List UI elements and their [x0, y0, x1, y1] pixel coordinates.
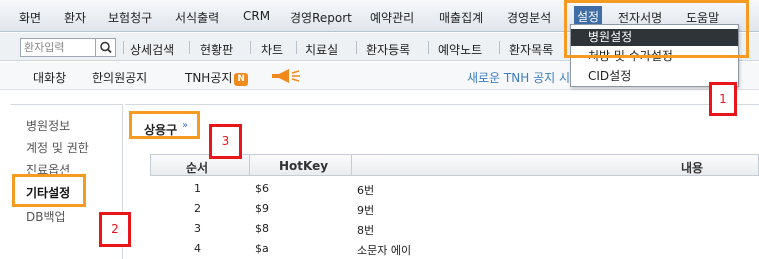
patient-list-button[interactable]: 환자목록 [509, 41, 553, 58]
column-divider [249, 155, 250, 176]
cell-order: 4 [194, 242, 201, 255]
toolbar-divider [356, 41, 357, 54]
nav-clinic-info[interactable]: 병원정보 [26, 117, 70, 134]
menu-management-report[interactable]: 경영Report [290, 9, 352, 26]
patient-registration-button[interactable]: 환자등록 [366, 41, 410, 58]
col-header-order: 순서 [186, 161, 209, 175]
patient-search-input[interactable] [21, 39, 95, 56]
phrase-table: 순서 HotKey 내용 1 $6 6번 2 $9 9번 3 $8 8번 4 $… [150, 154, 759, 259]
search-button[interactable] [95, 39, 115, 56]
table-row[interactable]: 1 $6 6번 [150, 179, 759, 199]
cell-order: 1 [194, 182, 201, 195]
cell-content: 6번 [357, 184, 375, 197]
megaphone-icon [272, 69, 300, 83]
column-divider [351, 155, 352, 176]
nav-db-backup[interactable]: DB백업 [26, 208, 66, 225]
notice-ticker[interactable]: 새로운 TNH 공지 시 [467, 69, 570, 86]
menu-patient[interactable]: 환자 [64, 9, 86, 26]
menu-reservation[interactable]: 예약관리 [370, 9, 414, 26]
cell-content: 소문자 에이 [357, 244, 412, 257]
annotation-label-3: 3 [209, 124, 242, 159]
table-row[interactable]: 3 $8 8번 [150, 219, 759, 239]
annotation-highlight-settings-menu [564, 0, 749, 58]
annotation-highlight-other-settings [12, 174, 86, 207]
cell-order: 2 [194, 202, 201, 215]
treatment-room-button[interactable]: 치료실 [305, 41, 338, 58]
cell-hotkey: $6 [255, 182, 269, 195]
table-row[interactable]: 4 $a 소문자 에이 [150, 239, 759, 259]
detailed-search-button[interactable]: 상세검색 [130, 41, 174, 58]
reservation-note-button[interactable]: 예약노트 [438, 41, 482, 58]
toolbar-divider [250, 41, 251, 54]
cell-order: 3 [194, 222, 201, 235]
status-board-button[interactable]: 현황판 [200, 41, 233, 58]
clinic-notice-button[interactable]: 한의원공지 [92, 69, 147, 86]
menu-management-analysis[interactable]: 경영분석 [507, 9, 551, 26]
annotation-highlight-section-title [129, 111, 200, 139]
toolbar-divider [123, 41, 124, 54]
table-row[interactable]: 2 $9 9번 [150, 199, 759, 219]
menu-sales-summary[interactable]: 매출집계 [439, 9, 483, 26]
menu-crm[interactable]: CRM [243, 9, 270, 23]
patient-search [20, 38, 116, 57]
cell-content: 9번 [357, 204, 375, 217]
cell-hotkey: $8 [255, 222, 269, 235]
cell-hotkey: $9 [255, 202, 269, 215]
chart-button[interactable]: 차트 [261, 41, 283, 58]
new-badge: N [234, 73, 248, 86]
annotation-label-2: 2 [99, 212, 131, 247]
tnh-notice-label: TNH공지 [185, 71, 233, 85]
search-icon [100, 41, 112, 54]
col-header-hotkey: HotKey [279, 159, 329, 173]
menu-form-print[interactable]: 서식출력 [175, 9, 219, 26]
cell-hotkey: $a [255, 242, 269, 255]
toolbar-divider [428, 41, 429, 54]
menu-insurance-claim[interactable]: 보험청구 [108, 9, 152, 26]
nav-account-permissions[interactable]: 계정 및 권한 [26, 139, 89, 156]
toolbar-divider [296, 41, 297, 54]
toolbar-divider [499, 41, 500, 54]
tnh-notice-button[interactable]: TNH공지 N [185, 69, 248, 86]
chat-window-button[interactable]: 대화창 [33, 69, 66, 86]
menu-screen[interactable]: 화면 [19, 9, 41, 26]
col-header-content: 내용 [681, 161, 704, 175]
toolbar-divider [189, 41, 190, 54]
annotation-label-1: 1 [709, 82, 737, 116]
cell-content: 8번 [357, 224, 375, 237]
